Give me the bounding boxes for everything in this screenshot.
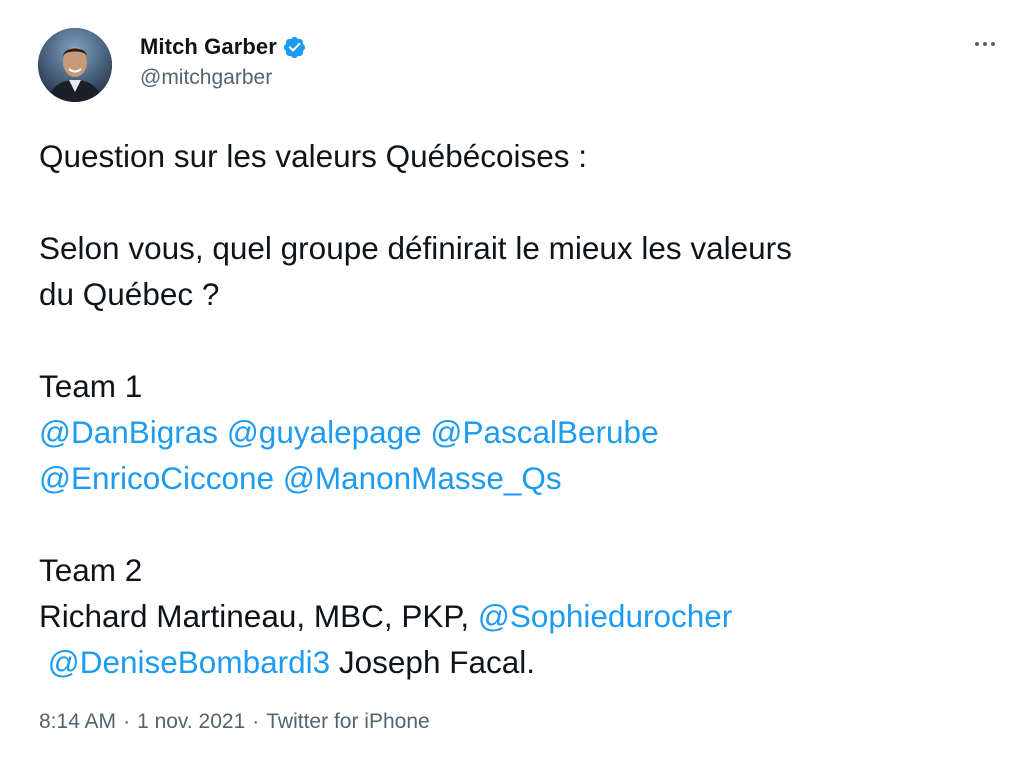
mention-link[interactable]: @Sophiedurocher [478,598,732,634]
separator: · [123,710,131,733]
tweet-source[interactable]: Twitter for iPhone [266,710,429,734]
team2-names: Richard Martineau, MBC, PKP, [39,598,478,634]
mention-link[interactable]: @DanBigras [39,414,218,450]
user-handle[interactable]: @mitchgarber [140,66,307,90]
tweet-footer: 8:14 AM · 1 nov. 2021 · Twitter for iPho… [39,710,430,734]
tweet-date[interactable]: 1 nov. 2021 [137,710,245,734]
team1-mentions-row2: @EnricoCiccone @ManonMasse_Qs [39,455,1009,501]
name-row: Mitch Garber [140,32,307,62]
tweet-line: du Québec ? [39,276,220,312]
tweet-card: Mitch Garber @mitchgarber Question sur l… [0,0,1026,772]
more-dot [991,42,995,46]
avatar-image [38,28,112,102]
team1-title: Team 1 [39,368,143,404]
mention-link[interactable]: @ManonMasse_Qs [283,460,562,496]
more-dot [975,42,979,46]
mention-link[interactable]: @EnricoCiccone [39,460,274,496]
tweet-time[interactable]: 8:14 AM [39,710,116,734]
tweet-text: Question sur les valeurs Québécoises : S… [39,133,1009,685]
tweet-header: Mitch Garber @mitchgarber [38,28,1006,104]
more-options-icon[interactable] [970,32,1000,56]
verified-badge-icon [283,36,306,58]
more-dot [983,42,987,46]
mention-link[interactable]: @DeniseBombardi3 [48,644,330,680]
display-name[interactable]: Mitch Garber [140,34,277,60]
team2-names: Joseph Facal. [330,644,535,680]
mention-link[interactable]: @guyalepage [227,414,422,450]
team2-row2: @DeniseBombardi3 Joseph Facal. [39,639,1009,685]
team1-mentions-row1: @DanBigras @guyalepage @PascalBerube [39,409,1009,455]
team2-row1: Richard Martineau, MBC, PKP, @Sophieduro… [39,593,1009,639]
separator: · [252,710,260,733]
team2-title: Team 2 [39,552,143,588]
user-info[interactable]: Mitch Garber @mitchgarber [140,32,307,90]
tweet-line: Selon vous, quel groupe définirait le mi… [39,230,792,266]
tweet-line: Question sur les valeurs Québécoises : [39,138,588,174]
mention-link[interactable]: @PascalBerube [430,414,658,450]
avatar[interactable] [38,28,112,102]
